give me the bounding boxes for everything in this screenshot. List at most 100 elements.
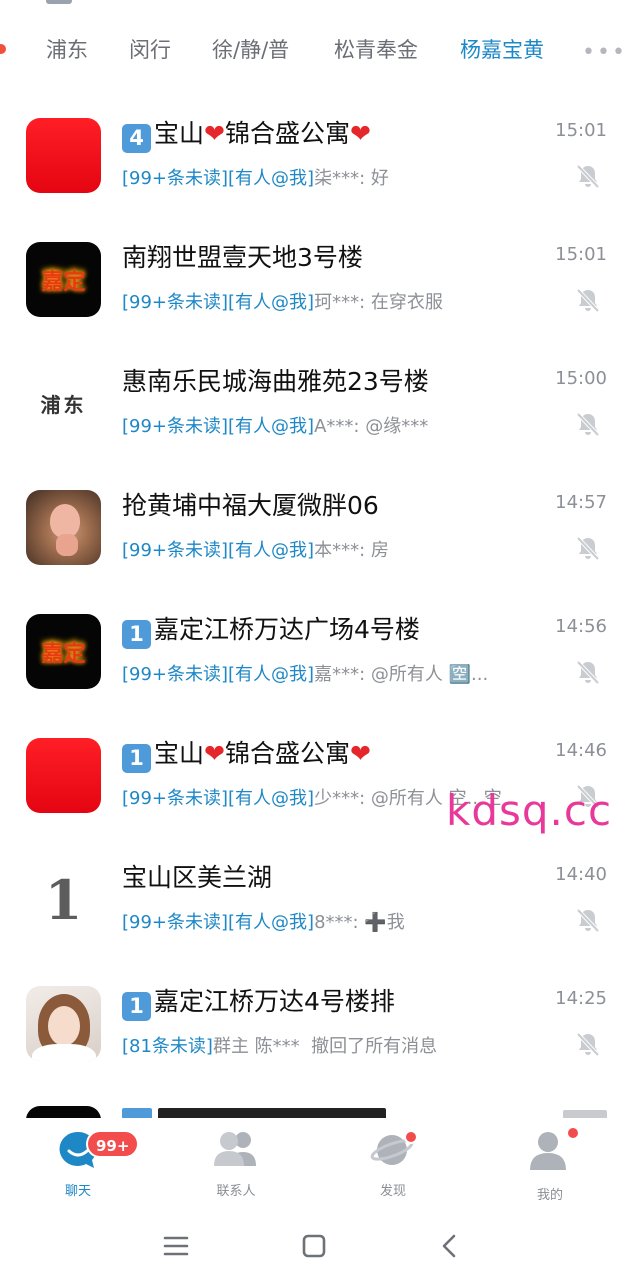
top-indicator (46, 0, 72, 4)
avatar (26, 118, 101, 193)
chat-unread-badge: 99+ (86, 1130, 140, 1158)
mention-tag: [有人@我] (228, 540, 315, 561)
keycap-number: 4 (122, 124, 151, 153)
home-square-icon[interactable] (296, 1228, 332, 1264)
tab-pudong[interactable]: 浦东 (46, 34, 88, 64)
chat-time: 15:01 (555, 120, 607, 141)
chat-row[interactable]: 浦东 惠南乐民城海曲雅苑23号楼 15:00 [99+条未读][有人@我]A**… (0, 346, 629, 470)
sender-name: 群主 陈*** (212, 1036, 300, 1057)
nav-discover-label: 发现 (379, 1184, 406, 1199)
message-text: 好 (370, 168, 389, 189)
unread-count: [99+条未读] (122, 292, 229, 313)
back-chevron-icon[interactable] (432, 1228, 468, 1264)
chat-title: 南翔世盟壹天地3号楼 (122, 243, 363, 272)
message-text: @缘*** (365, 416, 429, 437)
chat-preview: [99+条未读][有人@我]嘉***: @所有人 🈳... (122, 664, 489, 685)
sender-name: 少*** (314, 788, 360, 809)
nav-discover[interactable]: 发现 (343, 1118, 443, 1210)
chat-title: 1 嘉定江桥万达广场4号楼 (122, 610, 420, 649)
nav-me-label: 我的 (536, 1188, 563, 1203)
chat-title: 4 宝山❤锦合盛公寓❤ (122, 114, 371, 153)
chat-time: 14:40 (555, 864, 607, 885)
chat-row[interactable]: 4 宝山❤锦合盛公寓❤ 15:01 [99+条未读][有人@我]柒***: 好 (0, 98, 629, 222)
message-text: 撤回了所有消息 (311, 1036, 438, 1057)
sender-name: 本*** (314, 540, 360, 561)
contacts-icon (214, 1132, 256, 1166)
chat-preview: [99+条未读][有人@我]柒***: 好 (122, 168, 389, 189)
tab-song-qing-feng-jin[interactable]: 松青奉金 (334, 34, 418, 64)
heart-icon: ❤ (349, 119, 371, 148)
message-text: @所有人 🈳... (370, 664, 489, 685)
mention-tag: [有人@我] (228, 912, 315, 933)
menu-icon[interactable] (158, 1228, 194, 1264)
tab-minhang[interactable]: 闵行 (129, 34, 171, 64)
chat-title: 1 宝山❤锦合盛公寓❤ (122, 734, 371, 773)
chat-preview: [99+条未读][有人@我]8***: ➕我 (122, 912, 405, 933)
watermark: kdsq.cc (446, 786, 613, 835)
chat-title: 抢黄埔中福大厦微胖06 (122, 491, 379, 520)
chat-time: 15:00 (555, 368, 607, 389)
mute-bell-icon (576, 164, 600, 189)
unread-count: [81条未读] (122, 1036, 213, 1057)
tab-yang-jia-bao-huang[interactable]: 杨嘉宝黄 (460, 34, 544, 64)
chat-time: 14:57 (555, 492, 607, 513)
nav-chat-label: 聊天 (64, 1184, 91, 1199)
avatar: 1 (26, 862, 101, 937)
avatar-face (48, 1006, 80, 1046)
chat-time: 14:46 (555, 740, 607, 761)
mute-bell-icon (576, 288, 600, 313)
heart-icon: ❤ (204, 739, 225, 768)
unread-count: [99+条未读] (122, 416, 229, 437)
chat-title: 1 嘉定江桥万达4号楼排 (122, 982, 395, 1021)
mention-tag: [有人@我] (228, 292, 315, 313)
mute-bell-icon (576, 660, 600, 685)
chat-row[interactable]: 1 嘉定江桥万达4号楼排 14:25 [81条未读]群主 陈*** 撤回了所有消息 (0, 966, 629, 1090)
keycap-number: 1 (122, 744, 151, 773)
mute-bell-icon (576, 412, 600, 437)
keycap-number: 1 (122, 992, 151, 1021)
nav-contacts[interactable]: 联系人 (186, 1118, 286, 1210)
chat-row[interactable]: 1 宝山区美兰湖 14:40 [99+条未读][有人@我]8***: ➕我 (0, 842, 629, 966)
system-nav-bar (0, 1210, 629, 1280)
sender-name: 嘉*** (314, 664, 360, 685)
avatar: 嘉定 (26, 242, 101, 317)
sender-name: 8*** (314, 912, 353, 933)
chat-time: 15:01 (555, 244, 607, 265)
heart-icon: ❤ (349, 739, 371, 768)
chat-row[interactable]: 嘉定 1 嘉定江桥万达广场4号楼 14:56 [99+条未读][有人@我]嘉***… (0, 594, 629, 718)
pig-figure (50, 504, 80, 538)
avatar-text: 1 (44, 867, 83, 932)
tab-unread-dot (0, 44, 6, 54)
unread-count: [99+条未读] (122, 168, 229, 189)
chat-preview: [99+条未读][有人@我]A***: @缘*** (122, 416, 429, 437)
chat-preview: [99+条未读][有人@我]本***: 房 (122, 540, 389, 561)
nav-contacts-label: 联系人 (216, 1184, 256, 1199)
message-text: ➕我 (364, 912, 405, 933)
chat-preview: [99+条未读][有人@我]少***: @所有人 空...空 (122, 788, 502, 809)
mute-bell-icon (576, 536, 600, 561)
unread-count: [99+条未读] (122, 540, 229, 561)
mention-tag: [有人@我] (228, 788, 315, 809)
mute-bell-icon (576, 1032, 600, 1057)
chat-title: 惠南乐民城海曲雅苑23号楼 (122, 367, 429, 396)
more-tabs-icon[interactable]: ••• (582, 40, 627, 65)
group-tabs: 浦东 闵行 徐/静/普 松青奉金 杨嘉宝黄 ••• (0, 0, 629, 96)
chat-time: 14:25 (555, 988, 607, 1009)
unread-count: [99+条未读] (122, 664, 229, 685)
tab-xu-jing-pu[interactable]: 徐/静/普 (212, 34, 289, 64)
heart-icon: ❤ (204, 119, 225, 148)
chat-preview: [99+条未读][有人@我]珂***: 在穿衣服 (122, 292, 443, 313)
chat-row[interactable]: 抢黄埔中福大厦微胖06 14:57 [99+条未读][有人@我]本***: 房 (0, 470, 629, 594)
chat-preview: [81条未读]群主 陈*** 撤回了所有消息 (122, 1032, 437, 1058)
sender-name: 珂*** (314, 292, 360, 313)
unread-count: [99+条未读] (122, 788, 229, 809)
avatar-text: 浦东 (40, 393, 87, 417)
message-text: 在穿衣服 (370, 292, 443, 313)
chat-row[interactable]: 嘉定 南翔世盟壹天地3号楼 15:01 [99+条未读][有人@我]珂***: … (0, 222, 629, 346)
mention-tag: [有人@我] (228, 416, 315, 437)
nav-me[interactable]: 我的 (500, 1118, 600, 1210)
me-red-dot (566, 1126, 580, 1140)
message-text: 房 (370, 540, 389, 561)
mention-tag: [有人@我] (228, 664, 315, 685)
avatar (26, 738, 101, 813)
